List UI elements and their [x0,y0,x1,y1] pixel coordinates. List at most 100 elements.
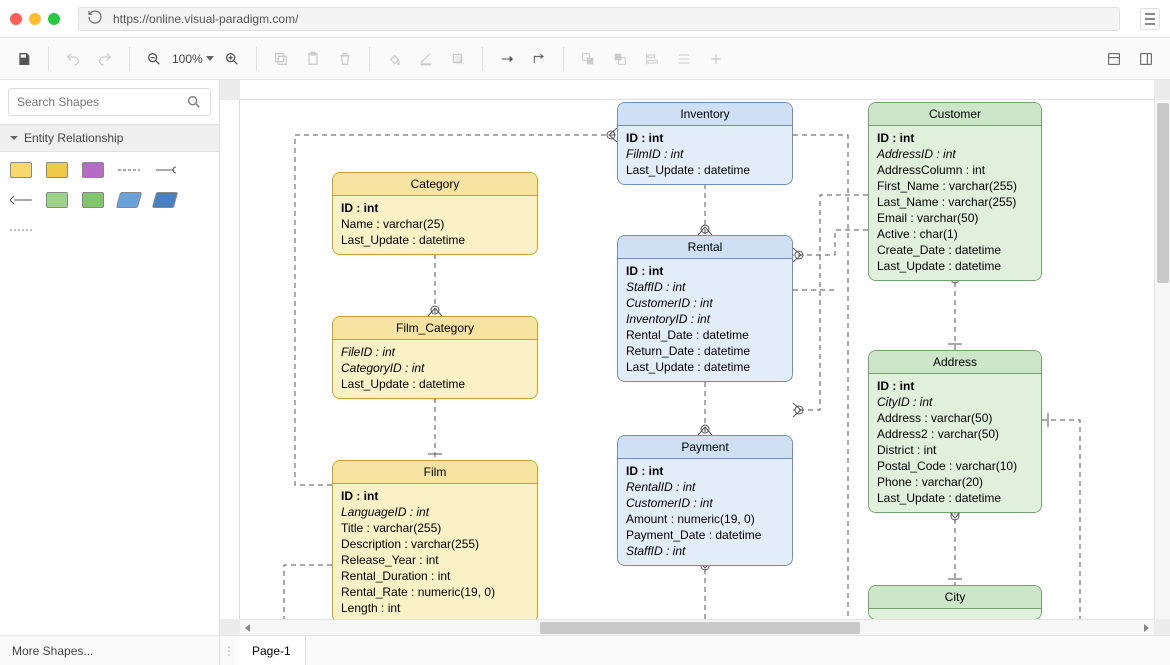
entity-rental[interactable]: Rental ID : intStaffID : intCustomerID :… [617,235,793,382]
search-field[interactable] [17,95,186,109]
palette-rel-3[interactable] [10,192,32,208]
palette-rel-2[interactable] [154,162,176,178]
paste-button[interactable] [299,45,327,73]
entity-attribute: CustomerID : int [626,295,784,311]
entity-customer[interactable]: Customer ID : intAddressID : intAddressC… [868,102,1042,281]
entity-attribute: InventoryID : int [626,311,784,327]
copy-button[interactable] [267,45,295,73]
entity-attribute: ID : int [341,488,529,504]
entity-attribute: Last_Update : datetime [877,490,1033,506]
zoom-out-button[interactable] [140,45,168,73]
entity-attribute: ID : int [626,463,784,479]
minimize-dot[interactable] [29,13,41,25]
entity-attribute: AddressID : int [877,146,1033,162]
palette-entity-purple[interactable] [82,162,104,178]
entity-attribute: ID : int [341,200,529,216]
search-icon [186,94,202,110]
entity-attribute: FileID : int [341,344,529,360]
connector-style-button[interactable] [525,45,553,73]
palette-entity-yellow[interactable] [10,162,32,178]
palette-rel-1[interactable] [118,162,140,178]
entity-attribute: CustomerID : int [626,495,784,511]
url-text: https://online.visual-paradigm.com/ [113,12,298,26]
entity-attribute: Rental_Date : datetime [626,327,784,343]
close-dot[interactable] [10,13,22,25]
add-button[interactable] [702,45,730,73]
entity-payment[interactable]: Payment ID : intRentalID : intCustomerID… [617,435,793,566]
entity-attribute: StaffID : int [626,279,784,295]
entity-attribute: Return_Date : datetime [626,343,784,359]
page-tab[interactable]: Page-1 [238,636,306,665]
entity-attribute: Phone : varchar(20) [877,474,1033,490]
entity-attribute: Amount : numeric(19, 0) [626,511,784,527]
entity-attribute: First_Name : varchar(255) [877,178,1033,194]
chevron-down-icon [10,134,18,142]
entity-attribute: Last_Update : datetime [341,376,529,392]
reload-icon[interactable] [87,9,103,28]
delete-button[interactable] [331,45,359,73]
entity-city[interactable]: City [868,585,1042,619]
save-button[interactable] [10,45,38,73]
entity-attribute: ID : int [877,378,1033,394]
zoom-select[interactable]: 100% [172,52,214,66]
entity-attribute: ID : int [877,130,1033,146]
entity-attribute: LanguageID : int [341,504,529,520]
entity-attribute: District : int [877,442,1033,458]
entity-attribute: ID : int [626,130,784,146]
redo-button[interactable] [91,45,119,73]
entity-category[interactable]: Category ID : intName : varchar(25)Last_… [332,172,538,255]
entity-address[interactable]: Address ID : intCityID : intAddress : va… [868,350,1042,513]
entity-attribute: CityID : int [877,394,1033,410]
entity-film-category[interactable]: Film_Category FileID : intCategoryID : i… [332,316,538,399]
entity-attribute: Last_Update : datetime [626,162,784,178]
shadow-button[interactable] [444,45,472,73]
undo-button[interactable] [59,45,87,73]
entity-attribute: Description : varchar(255) [341,536,529,552]
ruler-horizontal [240,80,1154,100]
ruler-vertical [220,100,240,619]
entity-attribute: Payment_Date : datetime [626,527,784,543]
more-shapes-button[interactable]: More Shapes... [0,636,220,665]
entity-inventory[interactable]: Inventory ID : intFilmID : intLast_Updat… [617,102,793,185]
search-input[interactable] [8,88,211,116]
panel-toggle-2-button[interactable] [1132,45,1160,73]
tofront-button[interactable] [574,45,602,73]
connector-arrow-button[interactable] [493,45,521,73]
entity-attribute: Create_Date : datetime [877,242,1033,258]
maximize-dot[interactable] [48,13,60,25]
sidebar: Entity Relationship [0,80,220,635]
panel-toggle-1-button[interactable] [1100,45,1128,73]
scrollbar-vertical[interactable] [1154,100,1170,619]
toback-button[interactable] [606,45,634,73]
entity-film[interactable]: Film ID : intLanguageID : intTitle : var… [332,460,538,619]
palette-rel-4[interactable] [10,222,32,238]
palette-entity-blue[interactable] [116,192,142,208]
scrollbar-horizontal[interactable] [240,619,1154,635]
section-header[interactable]: Entity Relationship [0,124,219,152]
entity-attribute: FilmID : int [626,146,784,162]
entity-attribute: StaffID : int [626,543,784,559]
entity-attribute: AddressColumn : int [877,162,1033,178]
palette-entity-yellow2[interactable] [46,162,68,178]
entity-attribute: Rental_Rate : numeric(19, 0) [341,584,529,600]
palette-entity-blue2[interactable] [152,192,178,208]
fill-button[interactable] [380,45,408,73]
entity-attribute: Address : varchar(50) [877,410,1033,426]
menu-icon[interactable] [1140,8,1160,30]
entity-attribute: ID : int [626,263,784,279]
entity-attribute: Address2 : varchar(50) [877,426,1033,442]
distribute-button[interactable] [670,45,698,73]
stroke-button[interactable] [412,45,440,73]
entity-attribute: Length : int [341,600,529,616]
align-button[interactable] [638,45,666,73]
diagram-canvas[interactable]: Category ID : intName : varchar(25)Last_… [240,100,1154,619]
palette-entity-green2[interactable] [82,192,104,208]
zoom-in-button[interactable] [218,45,246,73]
address-bar[interactable]: https://online.visual-paradigm.com/ [78,7,1120,31]
browser-bar: https://online.visual-paradigm.com/ [0,0,1170,38]
entity-attribute: Email : varchar(50) [877,210,1033,226]
palette-entity-green[interactable] [46,192,68,208]
entity-attribute: RentalID : int [626,479,784,495]
entity-attribute: Last_Update : datetime [341,232,529,248]
tab-grip[interactable]: ⋮ [220,644,238,658]
